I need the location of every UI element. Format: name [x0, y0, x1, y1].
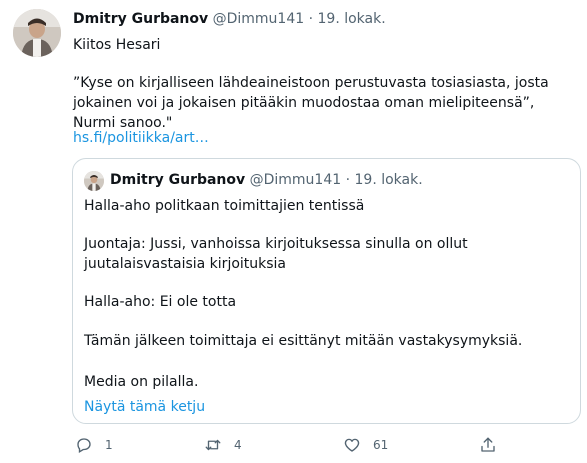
quoted-author-name: Dmitry Gurbanov	[110, 172, 246, 188]
like-count: 61	[373, 438, 389, 452]
author-handle[interactable]: @Dimmu141	[213, 11, 305, 27]
article-link[interactable]: hs.fi/politiikka/art…	[73, 128, 209, 148]
quoted-tweet[interactable]: Dmitry Gurbanov @Dimmu141 · 19. lokak. H…	[72, 158, 581, 424]
quoted-header: Dmitry Gurbanov @Dimmu141 · 19. lokak.	[110, 171, 423, 189]
avatar[interactable]	[13, 9, 61, 57]
show-thread-link[interactable]: Näytä tämä ketju	[84, 397, 205, 417]
quoted-line-5: Media on pilalla.	[84, 374, 199, 390]
action-bar: 1 4 61	[0, 436, 587, 456]
tweet-date[interactable]: 19. lokak.	[318, 11, 386, 27]
quoted-line-3: Halla-aho: Ei ole totta	[84, 294, 237, 310]
reply-button[interactable]: 1	[75, 436, 113, 454]
retweet-button[interactable]: 4	[204, 436, 242, 454]
tweet-header: Dmitry Gurbanov @Dimmu141 · 19. lokak.	[73, 10, 386, 28]
reply-icon	[77, 438, 91, 453]
quoted-line-4: Tämän jälkeen toimittaja ei esittänyt mi…	[84, 333, 523, 349]
tweet-quote-text: ”Kyse on kirjalliseen lähdeaineistoon pe…	[73, 75, 549, 131]
quoted-separator: ·	[345, 172, 351, 188]
quoted-line-2: Juontaja: Jussi, vanhoissa kirjoituksess…	[84, 236, 468, 272]
retweet-count: 4	[234, 438, 242, 452]
quoted-date: 19. lokak.	[354, 172, 423, 188]
author-name[interactable]: Dmitry Gurbanov	[73, 11, 208, 27]
like-button[interactable]: 61	[343, 436, 388, 454]
like-icon	[344, 438, 360, 452]
quoted-avatar	[84, 171, 104, 191]
retweet-icon	[205, 439, 221, 451]
separator: ·	[308, 11, 314, 27]
share-icon	[481, 437, 495, 452]
reply-count: 1	[105, 438, 113, 452]
quoted-line-1: Halla-aho politkaan toimittajien tentiss…	[84, 198, 365, 214]
quoted-author-handle: @Dimmu141	[249, 172, 342, 188]
tweet-text: Kiitos Hesari	[73, 37, 161, 53]
share-button[interactable]	[479, 436, 497, 454]
